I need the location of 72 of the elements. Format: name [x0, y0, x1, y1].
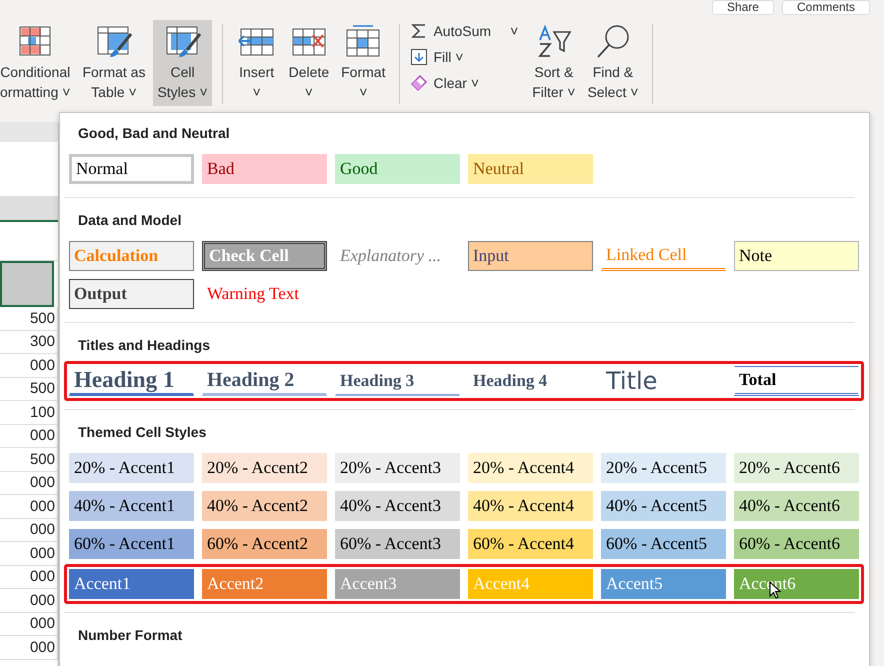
cell-style-option[interactable]: 40% - Accent1: [69, 491, 194, 521]
cell-style-option[interactable]: 20% - Accent5: [601, 453, 726, 483]
table-cell: 100: [30, 404, 55, 421]
cell-style-option[interactable]: 60% - Accent3: [335, 529, 460, 559]
ribbon-button[interactable]: Find & Select ˅: [583, 20, 642, 106]
cell-style-option[interactable]: 60% - Accent6: [734, 529, 859, 559]
cell-style-option[interactable]: Heading 1: [69, 366, 194, 396]
ribbon-button[interactable]: Fill ˅: [408, 46, 520, 68]
table-cell: 000: [30, 592, 55, 609]
ribbon-button[interactable]: Format as Table ˅: [78, 20, 150, 106]
section-title: Good, Bad and Neutral: [77, 124, 231, 143]
table-cell: 000: [30, 521, 55, 538]
column-header: [0, 196, 58, 222]
cell-style-option[interactable]: 20% - Accent6: [734, 453, 859, 483]
cell-style-option[interactable]: 20% - Accent3: [335, 453, 460, 483]
section-title: Themed Cell Styles: [77, 423, 208, 442]
cell-style-option[interactable]: Bad: [202, 154, 327, 184]
table-cell: 000: [30, 544, 55, 562]
cell-style-option[interactable]: Normal: [69, 154, 194, 184]
top-button[interactable]: Comments: [782, 0, 870, 15]
cell-style-option[interactable]: 60% - Accent2: [202, 529, 327, 559]
table-cell: 500: [30, 450, 55, 468]
cell-style-option[interactable]: Heading 3: [335, 366, 460, 396]
fill-down-icon: [410, 48, 428, 66]
ribbon-button[interactable]: Conditional ormatting ˅: [0, 20, 74, 106]
top-button[interactable]: Share: [712, 0, 774, 15]
table-cell: 000: [30, 615, 55, 632]
cell-style-option[interactable]: 60% - Accent4: [468, 529, 593, 559]
cell-style-option[interactable]: Explanatory ...: [335, 241, 460, 271]
ribbon-button[interactable]: Format ˅: [337, 20, 390, 106]
ribbon-button[interactable]: Sort & Filter ˅: [528, 20, 580, 106]
cell-style-option[interactable]: 40% - Accent2: [202, 491, 327, 521]
section-title: Data and Model: [77, 211, 182, 230]
cell-style-option[interactable]: Warning Text: [202, 279, 327, 309]
cell-style-option[interactable]: Good: [335, 154, 460, 184]
cell-style-option[interactable]: 60% - Accent5: [601, 529, 726, 559]
table-cell: 000: [30, 356, 55, 374]
cell-style-option[interactable]: Accent1: [69, 569, 194, 599]
table-cell: 300: [30, 333, 55, 350]
cell-style-option[interactable]: Total: [734, 366, 859, 396]
table-cell: 000: [30, 638, 55, 656]
cell-style-option[interactable]: 60% - Accent1: [69, 529, 194, 559]
cell-style-option[interactable]: 20% - Accent2: [202, 453, 327, 483]
cell-style-option[interactable]: Note: [734, 241, 859, 271]
section-title: Titles and Headings: [77, 336, 211, 355]
table-cell: 500: [30, 380, 55, 398]
cell-style-option[interactable]: 20% - Accent4: [468, 453, 593, 483]
table-cell: 000: [30, 474, 55, 492]
ribbon-button[interactable]: Clear ˅: [408, 72, 520, 94]
table-cell: 000: [30, 498, 55, 515]
table-cell: 500: [30, 310, 55, 327]
selected-cell[interactable]: [0, 261, 54, 307]
cell-style-option[interactable]: Output: [69, 279, 194, 309]
table-cell: 000: [30, 427, 55, 444]
cell-style-option[interactable]: 40% - Accent3: [335, 491, 460, 521]
eraser-icon: [410, 74, 428, 92]
toolbar-strip: [0, 122, 58, 142]
cell-style-option[interactable]: 40% - Accent6: [734, 491, 859, 521]
ribbon-button[interactable]: Insert ˅: [232, 20, 281, 106]
cell-style-option[interactable]: 40% - Accent5: [601, 491, 726, 521]
section-title: Number Format: [77, 626, 184, 645]
cell-style-option[interactable]: Heading 2: [202, 366, 327, 396]
table-cell: 000: [30, 568, 55, 586]
cell-style-option[interactable]: Input: [468, 241, 593, 271]
cell-style-option[interactable]: Title: [601, 366, 726, 396]
ribbon-button[interactable]: AutoSum ˅: [408, 20, 520, 42]
cell-style-option[interactable]: 20% - Accent1: [69, 453, 194, 483]
cell-style-option[interactable]: Neutral: [468, 154, 593, 184]
ribbon-button[interactable]: Delete ˅: [284, 20, 334, 106]
cell-style-option[interactable]: 40% - Accent4: [468, 491, 593, 521]
cell-style-option[interactable]: Heading 4: [468, 366, 593, 396]
ribbon-button[interactable]: Cell Styles ˅: [153, 20, 212, 106]
